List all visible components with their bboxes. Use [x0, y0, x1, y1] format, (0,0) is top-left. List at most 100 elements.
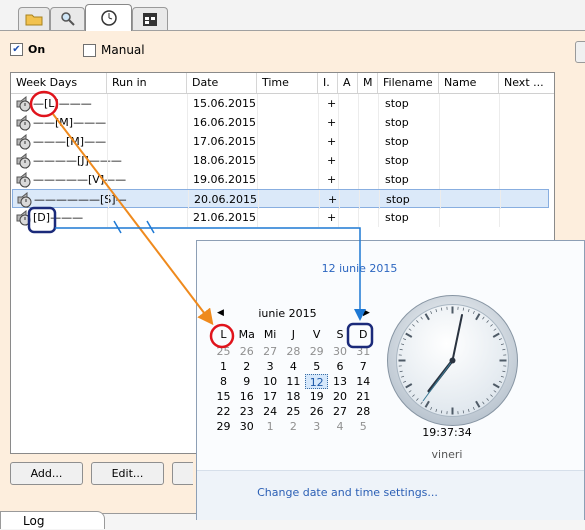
calendar-day[interactable]: 3	[305, 419, 328, 434]
speaker-clock-icon	[16, 115, 34, 131]
col-m[interactable]: M	[358, 73, 378, 93]
weekday-label: [D]	[33, 211, 50, 224]
calendar-day[interactable]: 6	[329, 359, 352, 374]
tab-clock[interactable]	[85, 4, 132, 31]
filename-cell: stop	[385, 170, 409, 189]
col-time[interactable]: Time	[257, 73, 318, 93]
calendar-day[interactable]: 28	[352, 404, 375, 419]
calendar-day[interactable]: 10	[259, 374, 282, 389]
tab-calendar[interactable]	[132, 7, 168, 30]
calendar-day[interactable]: 17	[259, 389, 282, 404]
col-date[interactable]: Date	[187, 73, 257, 93]
calendar-icon	[142, 11, 158, 27]
on-label: On	[28, 43, 45, 56]
calendar-day[interactable]: 9	[235, 374, 258, 389]
weekday-cell: ——[M]———	[33, 113, 106, 132]
calendar-day[interactable]: 25	[282, 404, 305, 419]
filename-cell: stop	[385, 113, 409, 132]
calendar-day[interactable]: 26	[305, 404, 328, 419]
calendar-day[interactable]: 19	[305, 389, 328, 404]
overflow-button[interactable]	[575, 41, 585, 63]
calendar-day[interactable]: 21	[352, 389, 375, 404]
magnifier-icon	[60, 11, 76, 27]
calendar-day[interactable]: 5	[352, 419, 375, 434]
calendar-month[interactable]: iunie 2015	[220, 307, 355, 320]
calendar-day[interactable]: 31	[352, 344, 375, 359]
i-cell: +	[327, 151, 336, 170]
calendar-day[interactable]: 16	[235, 389, 258, 404]
calendar-day[interactable]: 20	[329, 389, 352, 404]
weekday-header: Ma	[235, 328, 258, 341]
calendar-day[interactable]: 30	[329, 344, 352, 359]
col-i[interactable]: I.	[318, 73, 338, 93]
col-name[interactable]: Name	[439, 73, 499, 93]
table-row[interactable]: ——[M]———16.06.2015+stop	[12, 113, 549, 132]
on-toggle[interactable]: ✔ On	[10, 43, 45, 56]
weekday-cell: —————[V]——	[33, 170, 126, 189]
calendar-day[interactable]: 12	[305, 374, 328, 389]
calendar-day[interactable]: 14	[352, 374, 375, 389]
analog-clock	[385, 293, 520, 428]
table-row[interactable]: ———[M]——17.06.2015+stop	[12, 132, 549, 151]
calendar-day[interactable]: 15	[212, 389, 235, 404]
table-row[interactable]: [D]———21.06.2015+stop	[12, 208, 549, 227]
date-time-flyout: 12 iunie 2015 ◀ iunie 2015 ▶ LMaMiJVSD25…	[196, 240, 585, 520]
weekday-label: [V]	[88, 173, 104, 186]
calendar-day[interactable]: 27	[329, 404, 352, 419]
calendar-day[interactable]: 28	[282, 344, 305, 359]
calendar-day[interactable]: 1	[212, 359, 235, 374]
calendar-day[interactable]: 3	[259, 359, 282, 374]
table-row[interactable]: ————[J]———18.06.2015+stop	[12, 151, 549, 170]
col-run-in[interactable]: Run in	[107, 73, 187, 93]
calendar-day[interactable]: 7	[352, 359, 375, 374]
calendar-day[interactable]: 2	[235, 359, 258, 374]
edit-button[interactable]: Edit...	[91, 462, 164, 485]
calendar-day[interactable]: 13	[329, 374, 352, 389]
table-row[interactable]: —————[V]——19.06.2015+stop	[12, 170, 549, 189]
col-filename[interactable]: Filename	[378, 73, 439, 93]
on-checkbox[interactable]: ✔	[10, 43, 23, 56]
calendar-day[interactable]: 8	[212, 374, 235, 389]
filename-cell: stop	[385, 94, 409, 113]
table-row[interactable]: —[L]———15.06.2015+stop	[12, 94, 549, 113]
change-settings-link[interactable]: Change date and time settings...	[197, 486, 498, 499]
calendar-day[interactable]: 24	[259, 404, 282, 419]
col-a[interactable]: A	[338, 73, 358, 93]
add-button[interactable]: Add...	[10, 462, 83, 485]
i-cell: +	[327, 94, 336, 113]
calendar-day[interactable]: 5	[305, 359, 328, 374]
tab-folder[interactable]	[18, 7, 50, 30]
manual-toggle[interactable]: Manual	[83, 43, 145, 57]
flyout-date-title[interactable]: 12 iunie 2015	[197, 262, 522, 275]
calendar-day[interactable]: 23	[235, 404, 258, 419]
calendar-day[interactable]: 29	[212, 419, 235, 434]
calendar-day[interactable]: 2	[282, 419, 305, 434]
calendar-day[interactable]: 29	[305, 344, 328, 359]
manual-checkbox[interactable]	[83, 44, 96, 57]
hidden-button[interactable]	[172, 462, 193, 485]
manual-label: Manual	[101, 43, 145, 57]
col-week-days[interactable]: Week Days	[11, 73, 107, 93]
i-cell: +	[327, 208, 336, 227]
col-next[interactable]: Next ...	[499, 73, 554, 93]
calendar-day[interactable]: 1	[259, 419, 282, 434]
calendar-day[interactable]: 18	[282, 389, 305, 404]
tab-search[interactable]	[50, 7, 85, 30]
clock-icon	[100, 9, 118, 27]
weekday-cell: ——————[S]—	[34, 190, 127, 209]
calendar-day[interactable]: 4	[282, 359, 305, 374]
calendar-day[interactable]: 27	[259, 344, 282, 359]
calendar-day[interactable]: 25	[212, 344, 235, 359]
calendar-day[interactable]: 30	[235, 419, 258, 434]
calendar-day[interactable]: 22	[212, 404, 235, 419]
calendar-day[interactable]: 26	[235, 344, 258, 359]
calendar-day[interactable]: 4	[329, 419, 352, 434]
flyout-footer: Change date and time settings...	[197, 470, 584, 520]
calendar-day[interactable]: 11	[282, 374, 305, 389]
next-month-icon[interactable]: ▶	[363, 308, 370, 318]
i-cell: +	[327, 132, 336, 151]
weekday-label: [M]	[66, 135, 84, 148]
table-row[interactable]: ——————[S]—20.06.2015+stop	[12, 189, 549, 208]
date-cell: 16.06.2015	[193, 113, 256, 132]
tab-log[interactable]: Log	[0, 511, 105, 529]
